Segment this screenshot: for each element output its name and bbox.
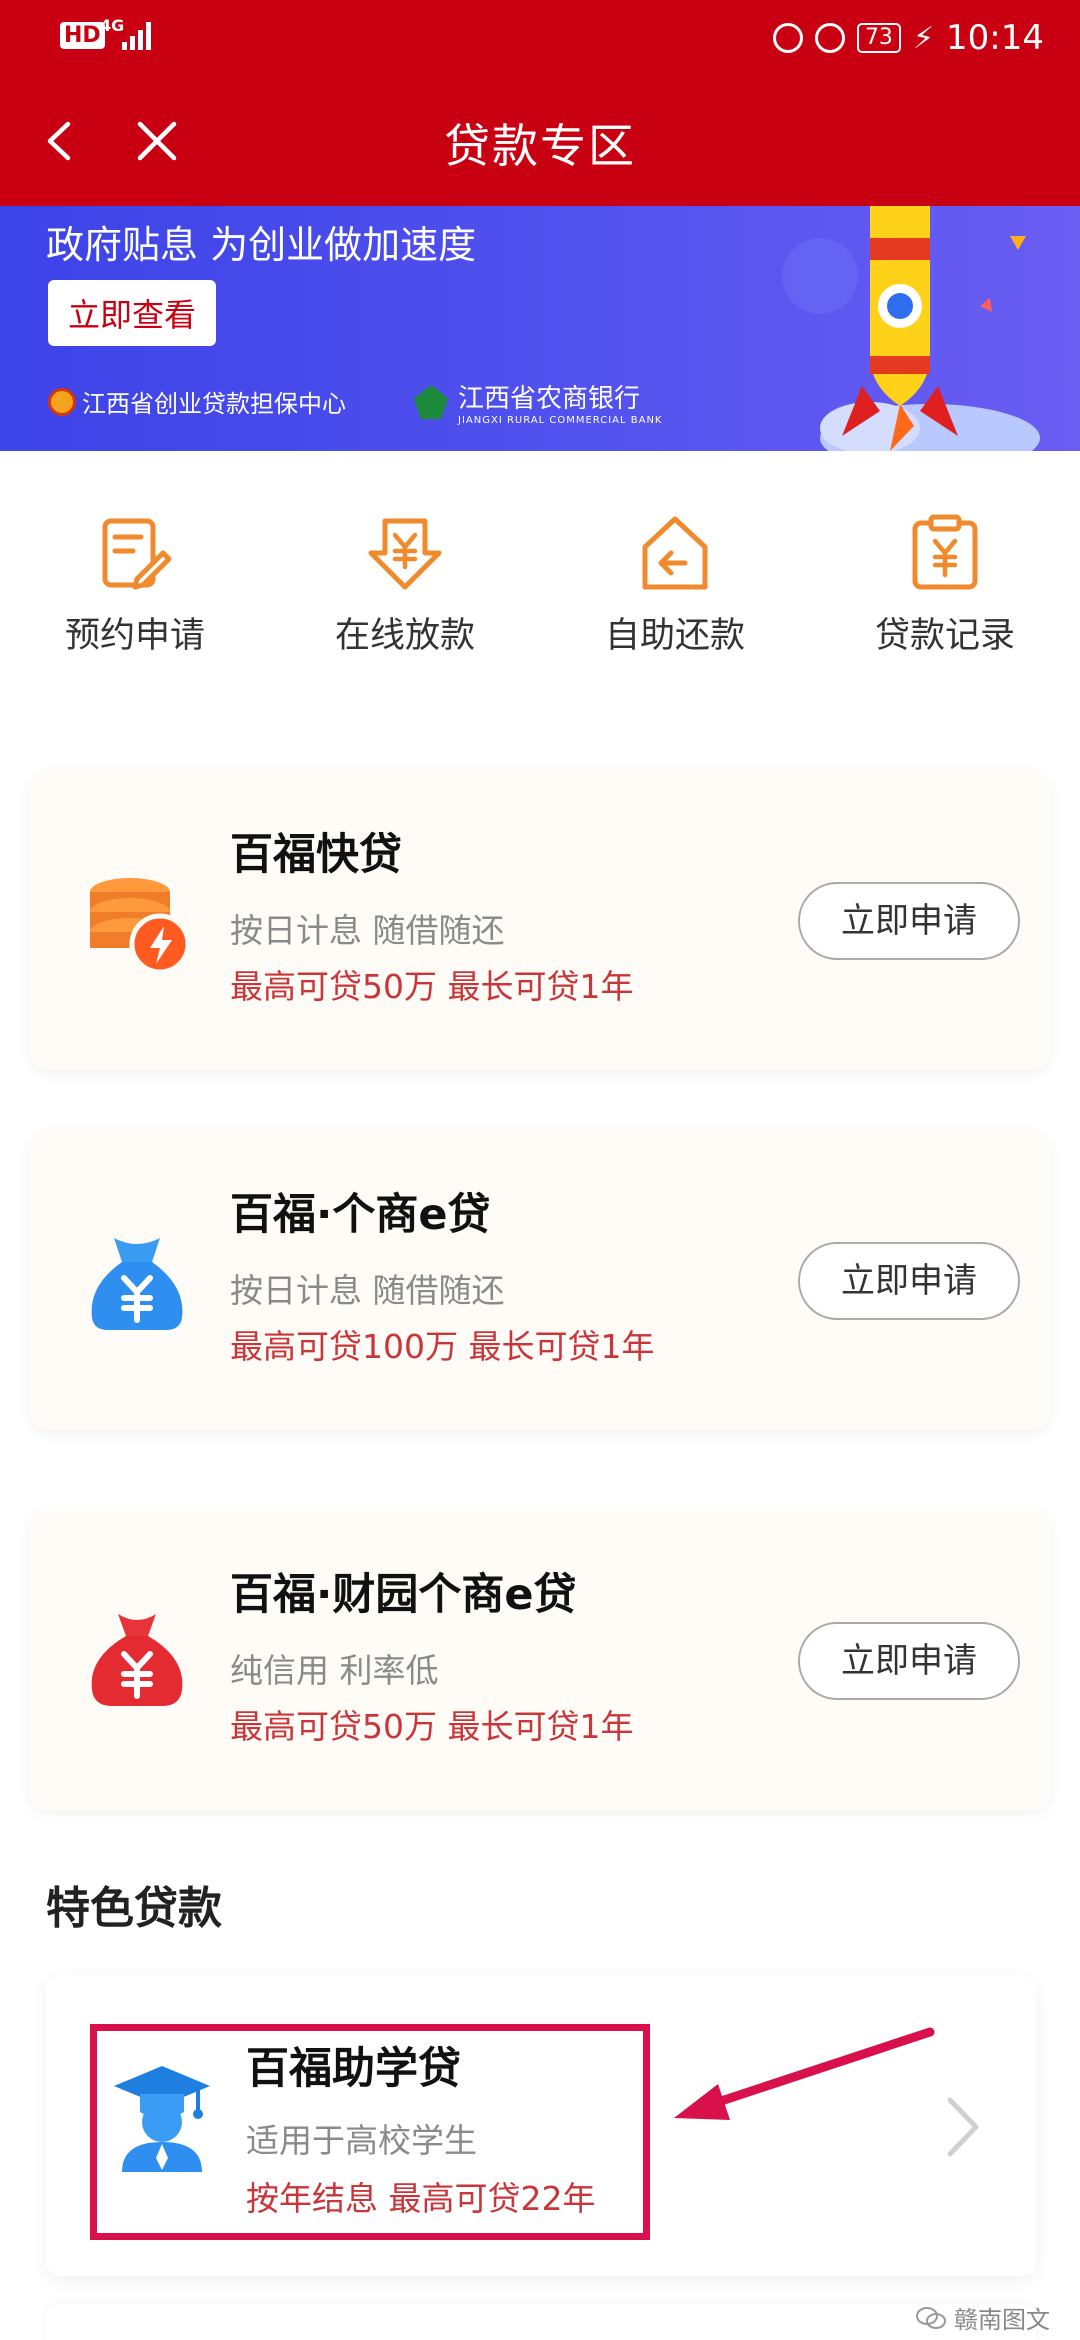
loan-card-kuaidai[interactable]: 百福快贷 按日计息 随借随还 最高可贷50万 最长可贷1年 立即申请 <box>30 770 1050 1070</box>
graduate-icon <box>114 2066 210 2172</box>
loan-title: 百福快贷 <box>230 830 402 880</box>
quick-action-repayment[interactable]: 自助还款 <box>575 513 775 658</box>
annotation-arrow-icon <box>674 2027 935 2120</box>
partner-rural-bank: 江西省农商银行 JIANGXI RURAL COMMERCIAL BANK <box>414 378 663 426</box>
yuan-download-icon <box>368 518 442 590</box>
loan-limit: 最高可贷100万 最长可贷1年 <box>230 1327 655 1366</box>
apply-button[interactable]: 立即申请 <box>798 1242 1020 1320</box>
rocket-icon <box>782 206 1040 451</box>
quick-action-label: 在线放款 <box>334 616 475 656</box>
quick-actions: 预约申请 在线放款 自助还款 贷款记录 <box>0 451 1080 736</box>
loan-desc: 按日计息 随借随还 <box>230 911 505 950</box>
loan-limit: 最高可贷50万 最长可贷1年 <box>230 967 634 1006</box>
watermark-label: 赣南图文 <box>954 2306 1050 2334</box>
wechat-icon <box>916 2306 946 2329</box>
quick-action-appointment[interactable]: 预约申请 <box>35 513 235 658</box>
loan-card-caiyuan[interactable]: 百福·财园个商e贷 纯信用 利率低 最高可贷50万 最长可贷1年 立即申请 <box>30 1510 1050 1810</box>
partner2-en-label: JIANGXI RURAL COMMERCIAL BANK <box>458 415 663 426</box>
loan-limit: 按年结息 最高可贷22年 <box>246 2179 596 2218</box>
form-edit-icon <box>102 518 172 590</box>
promo-banner[interactable]: 政府贴息 为创业做加速度 立即查看 江西省创业贷款担保中心 江西省农商银行 JI… <box>0 206 1080 451</box>
quick-action-label: 预约申请 <box>64 616 205 656</box>
signal-icon <box>122 22 156 50</box>
speed-icon <box>814 23 845 53</box>
loan-title: 百福·财园个商e贷 <box>230 1570 577 1620</box>
battery-level: 73 <box>856 23 901 53</box>
blue-money-bag-icon <box>91 1238 183 1330</box>
page-title: 贷款专区 <box>444 119 636 173</box>
loan-zone-page: HD 4G 73 ⚡ 10:14 贷款专区 政府贴息 为创业做加速度 立即查看 … <box>0 0 1080 2340</box>
loan-desc: 适用于高校学生 <box>246 2121 477 2160</box>
quick-action-label: 自助还款 <box>604 616 745 656</box>
coin-stack-bolt-icon <box>90 878 191 975</box>
quick-action-disbursement[interactable]: 在线放款 <box>305 513 505 658</box>
quick-action-records[interactable]: 贷款记录 <box>845 513 1045 658</box>
loan-desc: 纯信用 利率低 <box>230 1651 439 1690</box>
charging-icon: ⚡ <box>912 20 935 56</box>
rural-bank-logo-icon <box>414 385 448 419</box>
apply-button[interactable]: 立即申请 <box>798 1622 1020 1700</box>
status-bar: HD 4G 73 ⚡ 10:14 <box>0 0 1080 78</box>
loan-desc: 按日计息 随借随还 <box>230 1271 505 1310</box>
loan-title: 百福·个商e贷 <box>230 1190 491 1240</box>
apply-button[interactable]: 立即申请 <box>798 882 1020 960</box>
next-card-peek <box>46 2304 1036 2340</box>
partner1-label: 江西省创业贷款担保中心 <box>82 390 346 418</box>
quick-action-label: 贷款记录 <box>874 616 1015 656</box>
loan-title: 百福助学贷 <box>246 2044 461 2094</box>
alarm-icon <box>772 23 803 53</box>
view-now-button[interactable]: 立即查看 <box>48 280 217 346</box>
loan-card-geshang[interactable]: 百福·个商e贷 按日计息 随借随还 最高可贷100万 最长可贷1年 立即申请 <box>30 1130 1050 1430</box>
status-right: 73 ⚡ 10:14 <box>772 16 1044 60</box>
partner2-label: 江西省农商银行 <box>458 384 641 414</box>
red-money-bag-icon <box>91 1614 183 1706</box>
clipboard-yuan-icon <box>912 514 978 590</box>
clock: 10:14 <box>946 18 1044 58</box>
partner-guarantee-center: 江西省创业贷款担保中心 <box>48 384 346 419</box>
loan-limit: 最高可贷50万 最长可贷1年 <box>230 1707 634 1746</box>
chevron-right-icon[interactable] <box>940 2094 984 2160</box>
guarantee-center-logo-icon <box>48 387 76 416</box>
watermark: 赣南图文 <box>916 2300 1050 2335</box>
network-type: 4G <box>100 16 125 35</box>
hd-badge: HD <box>60 22 105 49</box>
section-title-special-loans: 特色贷款 <box>46 1883 222 1934</box>
nav-header: 贷款专区 <box>0 78 1080 206</box>
house-return-icon <box>642 516 708 590</box>
banner-headline: 政府贴息 为创业做加速度 <box>46 223 477 267</box>
